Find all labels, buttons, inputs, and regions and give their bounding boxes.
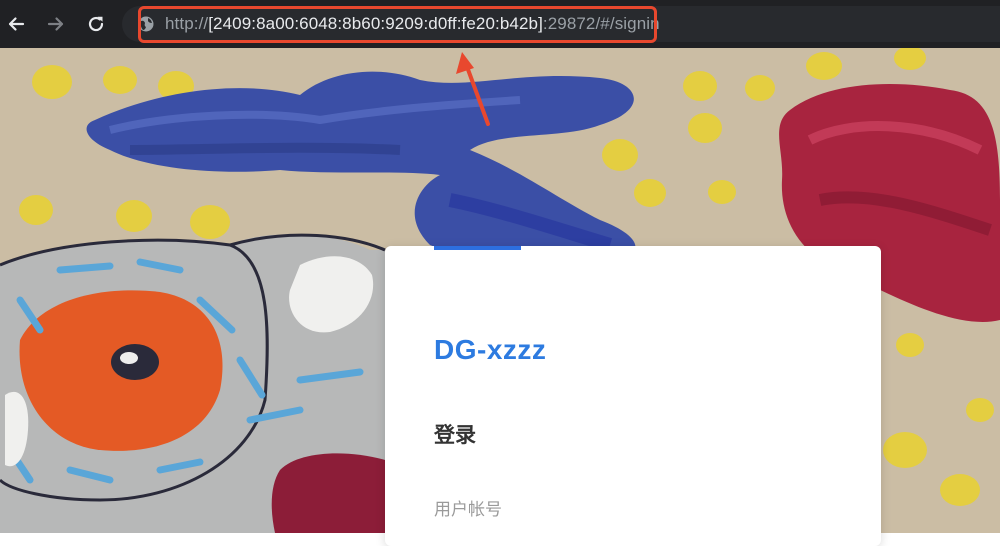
reload-icon — [88, 16, 104, 32]
back-button[interactable] — [0, 8, 32, 40]
arrow-right-icon — [47, 17, 64, 31]
app-title: DG-xzzz — [434, 334, 547, 365]
reload-button[interactable] — [80, 8, 112, 40]
account-field-label: 用户帐号 — [434, 500, 502, 520]
login-heading: 登录 — [434, 423, 476, 447]
browser-toolbar: http://[2409:8a00:6048:8b60:9209:d0ff:fe… — [0, 0, 1000, 48]
url-highlight-annotation — [138, 6, 657, 43]
tab-accent-bar — [434, 246, 521, 250]
arrow-left-icon — [8, 17, 25, 31]
forward-button[interactable] — [40, 8, 72, 40]
login-card: DG-xzzz 登录 用户帐号 — [385, 246, 881, 546]
